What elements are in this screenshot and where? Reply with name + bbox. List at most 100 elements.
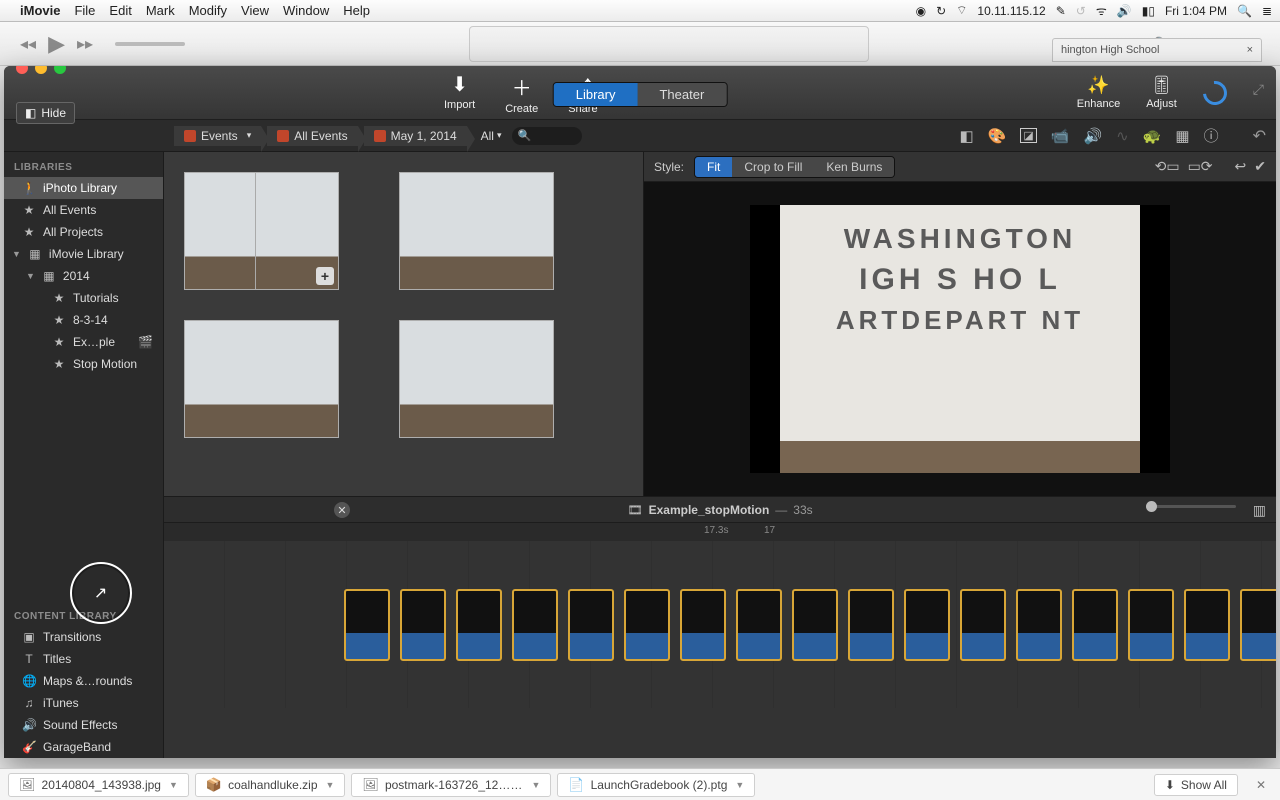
timeline-clip[interactable]: [344, 589, 390, 661]
hide-sidebar-button[interactable]: ◧ Hide: [16, 102, 75, 124]
rotate-ccw-icon[interactable]: ⟲▭: [1155, 158, 1180, 175]
show-all-downloads-button[interactable]: ⬇Show All: [1154, 774, 1238, 796]
color-correct-icon[interactable]: 🎨: [988, 127, 1007, 145]
zoom-window-button[interactable]: [54, 66, 66, 74]
menu-mark[interactable]: Mark: [146, 3, 175, 18]
close-window-button[interactable]: [16, 66, 28, 74]
zoom-slider[interactable]: [1146, 505, 1236, 508]
menu-help[interactable]: Help: [343, 3, 370, 18]
chevron-down-icon[interactable]: ▼: [169, 780, 178, 790]
timemachine-icon[interactable]: ↺: [1076, 4, 1086, 18]
preview-viewer[interactable]: WASHINGTON IGH S HO L ARTDEPART NT: [750, 205, 1170, 473]
mode-library[interactable]: Library: [554, 83, 638, 106]
prev-track-icon[interactable]: ◂◂: [20, 34, 36, 54]
timeline-clip[interactable]: [568, 589, 614, 661]
sidebar-item-imovie-library[interactable]: ▼▦iMovie Library: [4, 243, 163, 265]
noise-reduce-icon[interactable]: ∿: [1116, 127, 1129, 145]
sync-icon[interactable]: ↻: [936, 4, 946, 18]
style-ken-burns[interactable]: Ken Burns: [814, 157, 894, 177]
color-balance-icon[interactable]: ◧: [959, 127, 973, 145]
create-button[interactable]: ＋Create: [505, 72, 538, 115]
sidebar-item-iphoto[interactable]: 🚶iPhoto Library: [4, 177, 163, 199]
timeline-clip[interactable]: [624, 589, 670, 661]
download-item[interactable]: 📦coalhandluke.zip▼: [195, 773, 346, 797]
close-tab-icon[interactable]: ×: [1247, 44, 1253, 56]
download-item[interactable]: 🖼postmark-163726_12….jpg▼: [351, 773, 551, 797]
sidebar-item-2014[interactable]: ▼▦2014: [4, 265, 163, 287]
sidebar-item-example[interactable]: ★Ex…ple🎬: [4, 331, 163, 353]
timeline-clip[interactable]: [736, 589, 782, 661]
clip-filter-icon[interactable]: ▦: [1175, 127, 1189, 145]
clip-thumbnail[interactable]: [399, 320, 554, 438]
volume-adjust-icon[interactable]: 🔊: [1083, 127, 1102, 145]
app-name[interactable]: iMovie: [20, 3, 60, 18]
chevron-down-icon[interactable]: ▼: [326, 780, 335, 790]
crumb-date[interactable]: May 1, 2014: [364, 126, 467, 146]
clock[interactable]: Fri 1:04 PM: [1165, 4, 1227, 18]
style-fit[interactable]: Fit: [695, 157, 732, 177]
crumb-all-events[interactable]: All Events: [267, 126, 357, 146]
clip-thumbnail[interactable]: +: [184, 172, 339, 290]
wifi-icon[interactable]: ᯤ: [1096, 2, 1107, 19]
timeline-clip[interactable]: [1128, 589, 1174, 661]
safari-tab[interactable]: hington High School ×: [1052, 38, 1262, 62]
timeline-clip[interactable]: [456, 589, 502, 661]
clip-thumbnail[interactable]: [184, 320, 339, 438]
timeline-clip[interactable]: [1016, 589, 1062, 661]
timeline-clip[interactable]: [1240, 589, 1276, 661]
timeline-clip[interactable]: [904, 589, 950, 661]
apply-icon[interactable]: ✔: [1254, 158, 1266, 175]
menu-file[interactable]: File: [74, 3, 95, 18]
download-item[interactable]: 🖼20140804_143938.jpg▼: [8, 773, 189, 797]
download-item[interactable]: 📄LaunchGradebook (2).ptg▼: [557, 773, 755, 797]
timeline-clip[interactable]: [512, 589, 558, 661]
disclosure-triangle-icon[interactable]: ▼: [12, 249, 21, 259]
sidebar-item-all-events[interactable]: ★All Events: [4, 199, 163, 221]
menu-edit[interactable]: Edit: [109, 3, 131, 18]
timeline-clip[interactable]: [792, 589, 838, 661]
timeline-clip[interactable]: [1184, 589, 1230, 661]
chevron-down-icon[interactable]: ▼: [735, 780, 744, 790]
timeline-clip[interactable]: [400, 589, 446, 661]
content-garageband[interactable]: 🎸GarageBand: [4, 736, 163, 758]
import-button[interactable]: ⬇Import: [444, 72, 475, 115]
next-track-icon[interactable]: ▸▸: [77, 34, 93, 54]
rotate-cw-icon[interactable]: ▭⟳: [1188, 158, 1213, 175]
adjust-button[interactable]: 🎚Adjust: [1146, 75, 1177, 110]
close-downloads-bar-button[interactable]: ✕: [1250, 776, 1272, 794]
screenrecord-icon[interactable]: ◉: [916, 4, 926, 18]
stabilize-icon[interactable]: 📹: [1051, 127, 1070, 145]
spotlight-icon[interactable]: 🔍: [1237, 4, 1252, 18]
timeline-clip[interactable]: [680, 589, 726, 661]
content-transitions[interactable]: ▣Transitions: [4, 626, 163, 648]
menu-window[interactable]: Window: [283, 3, 329, 18]
filter-all-dropdown[interactable]: All▾: [481, 129, 502, 143]
content-itunes[interactable]: ♫iTunes: [4, 692, 163, 714]
notification-center-icon[interactable]: ≣: [1262, 4, 1272, 18]
content-sound-effects[interactable]: 🔊Sound Effects: [4, 714, 163, 736]
sidebar-item-tutorials[interactable]: ★Tutorials: [4, 287, 163, 309]
crop-icon[interactable]: ◪: [1020, 128, 1036, 143]
crop-style-segmented[interactable]: Fit Crop to Fill Ken Burns: [694, 156, 895, 178]
info-icon[interactable]: ⓘ: [1204, 125, 1219, 146]
timeline-ruler[interactable]: 17.3s 17: [164, 523, 1276, 541]
content-titles[interactable]: TTitles: [4, 648, 163, 670]
timeline-settings-icon[interactable]: ▥: [1253, 502, 1266, 519]
speed-icon[interactable]: 🐢: [1143, 127, 1162, 145]
add-clip-icon[interactable]: +: [316, 267, 334, 285]
sidebar-item-stopmotion[interactable]: ★Stop Motion: [4, 353, 163, 375]
enhance-button[interactable]: ✨Enhance: [1077, 75, 1120, 110]
mode-theater[interactable]: Theater: [637, 83, 726, 106]
volume-icon[interactable]: 🔊: [1117, 4, 1132, 18]
play-icon[interactable]: ▶: [48, 31, 65, 57]
sidebar-item-all-projects[interactable]: ★All Projects: [4, 221, 163, 243]
crumb-events[interactable]: Events▾: [174, 126, 261, 146]
battery-icon[interactable]: ▮▯: [1142, 4, 1155, 18]
content-maps[interactable]: 🌐Maps &…rounds: [4, 670, 163, 692]
menu-view[interactable]: View: [241, 3, 269, 18]
menu-extra-icon[interactable]: ✎: [1056, 4, 1066, 18]
style-crop-to-fill[interactable]: Crop to Fill: [732, 157, 814, 177]
mode-segmented[interactable]: Library Theater: [553, 82, 728, 107]
event-search-input[interactable]: 🔍: [512, 127, 582, 145]
volume-slider[interactable]: [115, 42, 185, 46]
